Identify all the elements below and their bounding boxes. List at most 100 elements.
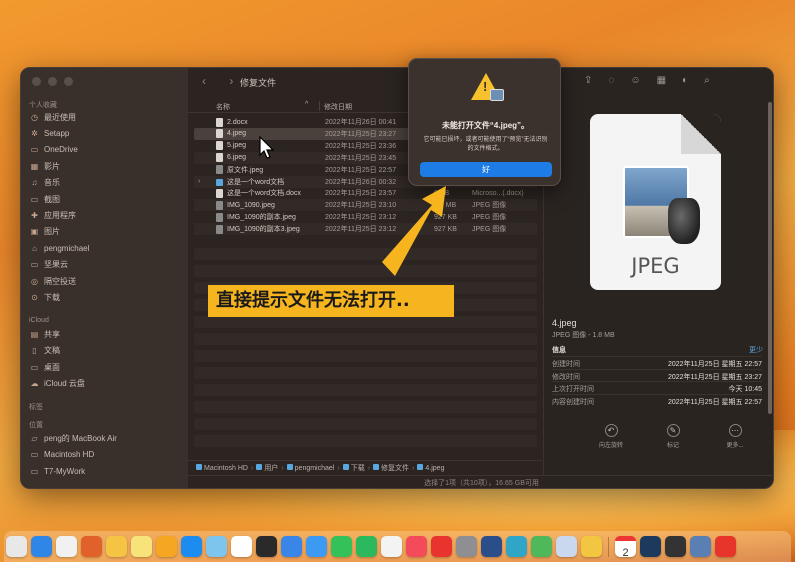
sidebar-item[interactable]: ▦ 影片 — [30, 159, 180, 173]
terminal-icon[interactable] — [256, 536, 277, 557]
mail-icon[interactable] — [306, 536, 327, 557]
preview-icon[interactable] — [556, 536, 577, 557]
column-date[interactable]: 修改日期 — [324, 102, 352, 112]
file-row[interactable]: IMG_1090的副本.jpeg 2022年11月25日 23:12 927 KB J… — [194, 211, 537, 223]
empty-row — [194, 435, 537, 447]
edge-icon[interactable] — [506, 536, 527, 557]
music-icon[interactable] — [406, 536, 427, 557]
column-divider[interactable] — [319, 101, 320, 111]
path-segment[interactable]: pengmichael — [286, 464, 334, 472]
netease-icon[interactable] — [431, 536, 452, 557]
view-icon[interactable]: ▦ — [657, 75, 666, 86]
reminders-icon[interactable] — [381, 536, 402, 557]
file-row[interactable]: IMG_1090的副本3.jpeg 2022年11月25日 23:12 927 KB… — [194, 223, 537, 236]
folder-icon: ▭ — [30, 194, 39, 204]
quicktime-icon[interactable] — [481, 536, 502, 557]
file-row[interactable]: 这是一个word文档.docx 2022年11月25日 23:57 0 KB Micr… — [194, 187, 537, 199]
chrome-icon[interactable] — [56, 536, 77, 557]
preview-action[interactable]: ⋯ 更多... — [718, 424, 752, 449]
action-icon[interactable]: ◐ — [682, 75, 688, 86]
sidebar-item[interactable]: ⌂ pengmichael — [30, 241, 180, 255]
path-folder-icon — [286, 464, 293, 470]
airdrop-icon: ◎ — [31, 276, 38, 286]
claquette-icon[interactable] — [665, 536, 686, 557]
path-segment[interactable]: 下载 — [342, 463, 365, 473]
scrollbar[interactable] — [768, 102, 772, 414]
sidebar-item[interactable]: ☁ iCloud 云盘 — [30, 377, 180, 391]
file-row[interactable]: IMG_1090.jpeg 2022年11月25日 23:10 1.8 MB JPEG… — [194, 199, 537, 212]
sidebar-item[interactable]: ▱ peng的 MacBook Air — [30, 431, 180, 445]
file-size: 0 KB — [434, 189, 450, 197]
screens-icon[interactable] — [690, 536, 711, 557]
preview-actions: ↶ 向左旋转 ✎ 标记 ⋯ 更多... — [594, 424, 752, 449]
empty-row — [194, 384, 537, 396]
sidebar-item[interactable]: ◎ 隔空投送 — [30, 274, 180, 288]
sidebar-item[interactable]: ▭ Macintosh HD — [30, 448, 180, 462]
tag-icon[interactable]: ◌ — [608, 75, 614, 86]
doc-icon: ▯ — [32, 346, 37, 355]
photos-icon[interactable] — [106, 536, 127, 557]
window-controls[interactable] — [32, 77, 73, 86]
finder-window: 个人收藏 ◷ 最近使用 ✲ Setapp ▭ OneDrive ▦ 影片 ♫ 音乐 ▭ 截图 ✚ 应用程序… — [20, 67, 774, 489]
setapp-icon: ✲ — [31, 128, 38, 138]
markup-icon: ✎ — [666, 424, 680, 437]
sidebar-item[interactable]: ⊙ 下载 — [30, 290, 180, 304]
wechat-work-icon[interactable] — [356, 536, 377, 557]
preview-action[interactable]: ↶ 向左旋转 — [594, 424, 628, 449]
app-store-icon[interactable] — [181, 536, 202, 557]
calendar-icon[interactable]: 2 — [615, 536, 636, 559]
close-button[interactable] — [32, 77, 41, 86]
sidebar-item[interactable]: ✲ Setapp — [30, 126, 180, 140]
sidebar-item[interactable]: ♫ 音乐 — [30, 176, 180, 190]
file-kind: JPEG 图像 — [472, 214, 507, 222]
search-icon[interactable]: ⌕ — [704, 75, 710, 86]
firefox-icon[interactable] — [81, 536, 102, 557]
path-segment[interactable]: Macintosh HD — [196, 464, 248, 472]
ok-button[interactable]: 好 — [420, 162, 552, 177]
more-icon: ⋯ — [728, 424, 742, 437]
path-label: 用户 — [264, 465, 279, 472]
sidebar-item[interactable]: ▭ OneDrive — [30, 143, 180, 157]
path-segment[interactable]: 用户 — [256, 463, 278, 473]
sidebar-item[interactable]: ▣ 图片 — [30, 225, 180, 239]
sidebar-item[interactable]: ◷ 最近使用 — [30, 110, 180, 124]
sidebar-item[interactable]: ▭ 截图 — [30, 192, 180, 206]
path-segment[interactable]: 修复文件 — [373, 463, 409, 473]
wps-icon[interactable] — [715, 536, 736, 557]
notes-icon[interactable] — [131, 536, 152, 557]
sidebar-item[interactable]: ▭ T7-MyWork — [30, 464, 180, 478]
settings-icon[interactable] — [456, 536, 477, 557]
sidebar-item-label: 图片 — [44, 227, 60, 237]
nav-back-forward[interactable]: ‹ › — [202, 74, 243, 88]
steam-icon[interactable] — [640, 536, 661, 557]
safari-icon[interactable] — [31, 536, 52, 557]
window-title: 修复文件 — [240, 78, 277, 88]
minimize-button[interactable] — [48, 77, 57, 86]
sidebar-item[interactable]: ▭ 桌面 — [30, 360, 180, 374]
notion-icon[interactable] — [231, 536, 252, 557]
file-name: 5.jpeg — [227, 142, 247, 150]
info-value: 2022年11月25日 星期五 22:57 — [667, 398, 762, 406]
preview-file-kind: JPEG 图像 - 1.8 MB — [552, 332, 615, 339]
preview-action[interactable]: ✎ 标记 — [656, 424, 690, 449]
show-less-link[interactable]: 更少 — [749, 345, 763, 355]
column-name[interactable]: 名称 — [216, 102, 230, 112]
pages-icon[interactable] — [156, 536, 177, 557]
testflight-icon[interactable] — [281, 536, 302, 557]
share-icon[interactable]: ⇪ — [584, 75, 592, 86]
wechat-icon[interactable] — [331, 536, 352, 557]
account-icon[interactable]: ☺ — [630, 75, 640, 86]
zoom-button[interactable] — [64, 77, 73, 86]
font-app-icon[interactable] — [581, 536, 602, 557]
disclosure-triangle-icon[interactable]: › — [198, 178, 200, 185]
sidebar-section-favorites: 个人收藏 — [29, 102, 57, 109]
path-segment[interactable]: 4.jpeg — [417, 464, 444, 472]
maps-icon[interactable] — [531, 536, 552, 557]
sidebar-item[interactable]: ▯ 文稿 — [30, 344, 180, 358]
sidebar-item[interactable]: ✚ 应用程序 — [30, 208, 180, 222]
launchpad-icon[interactable] — [6, 536, 27, 557]
sidebar-section-tags: 标签 — [29, 404, 43, 411]
sidebar-item[interactable]: ▭ 坚果云 — [30, 258, 180, 272]
sidebar-item[interactable]: ▤ 共享 — [30, 327, 180, 341]
finder-icon[interactable] — [206, 536, 227, 557]
